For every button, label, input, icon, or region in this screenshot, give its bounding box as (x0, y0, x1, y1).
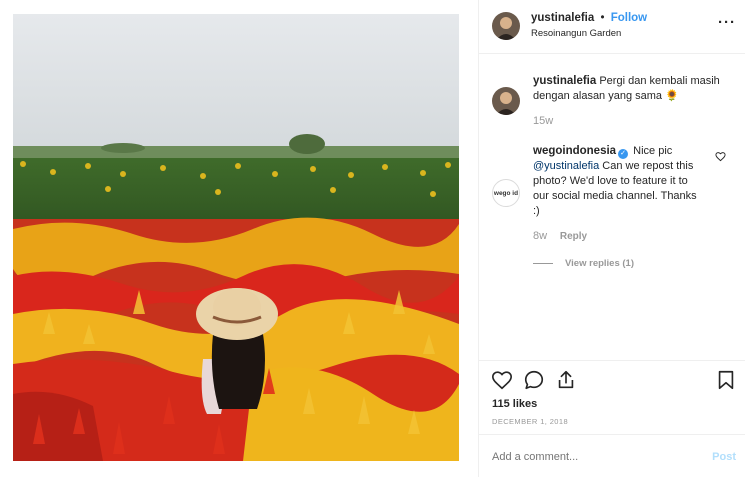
add-comment-bar: Post (479, 434, 745, 477)
comment-icon[interactable] (523, 369, 545, 391)
action-bar: 115 likes DECEMBER 1, 2018 (479, 360, 745, 434)
header-title-line: yustinalefia • Follow (531, 12, 647, 24)
likes-count[interactable]: 115 likes (492, 398, 537, 410)
comment-text-before: Nice pic (633, 145, 673, 157)
author-username[interactable]: yustinalefia (531, 12, 594, 24)
comment-username[interactable]: yustinalefia (533, 75, 596, 87)
bookmark-icon[interactable] (715, 369, 737, 391)
comment-avatar[interactable] (492, 87, 520, 115)
reply-button[interactable]: Reply (560, 231, 587, 242)
follow-button[interactable]: Follow (611, 12, 647, 24)
reply-comment: wegoindonesia ✓ Nice pic @yustinalefia Ca… (533, 144, 703, 219)
divider-line (533, 262, 553, 264)
share-icon[interactable] (555, 369, 577, 391)
like-comment-heart-icon[interactable] (715, 151, 726, 162)
photo-pane (0, 0, 478, 477)
comment-timestamp[interactable]: 8w (533, 230, 547, 242)
comments-list: yustinalefia Pergi dan kembali masih den… (479, 55, 745, 360)
more-options-icon[interactable]: ··· (718, 14, 736, 31)
verified-badge-icon: ✓ (618, 149, 629, 159)
post-date[interactable]: DECEMBER 1, 2018 (492, 417, 568, 426)
comment-meta: 8w Reply (533, 230, 587, 242)
mention-link[interactable]: @yustinalefia (533, 160, 599, 172)
view-replies-button[interactable]: View replies (1) (533, 258, 634, 269)
post-photo[interactable] (13, 14, 459, 461)
caption-comment: yustinalefia Pergi dan kembali masih den… (533, 74, 733, 104)
comment-input[interactable] (492, 451, 692, 463)
avatar-text: wego id (493, 189, 519, 197)
location-link[interactable]: Resoinangun Garden (531, 28, 621, 39)
comment-avatar[interactable]: wego id (492, 179, 520, 207)
separator-dot: • (600, 12, 605, 24)
author-avatar[interactable] (492, 12, 520, 40)
sunflower-emoji: 🌻 (665, 90, 679, 102)
comment-username[interactable]: wegoindonesia (533, 145, 616, 157)
comment-timestamp[interactable]: 15w (533, 115, 553, 127)
view-replies-label: View replies (1) (565, 258, 634, 269)
post-header: yustinalefia • Follow Resoinangun Garden… (479, 0, 745, 54)
heart-icon[interactable] (491, 369, 513, 391)
post-sidebar: yustinalefia • Follow Resoinangun Garden… (478, 0, 745, 477)
post-button[interactable]: Post (712, 451, 736, 463)
